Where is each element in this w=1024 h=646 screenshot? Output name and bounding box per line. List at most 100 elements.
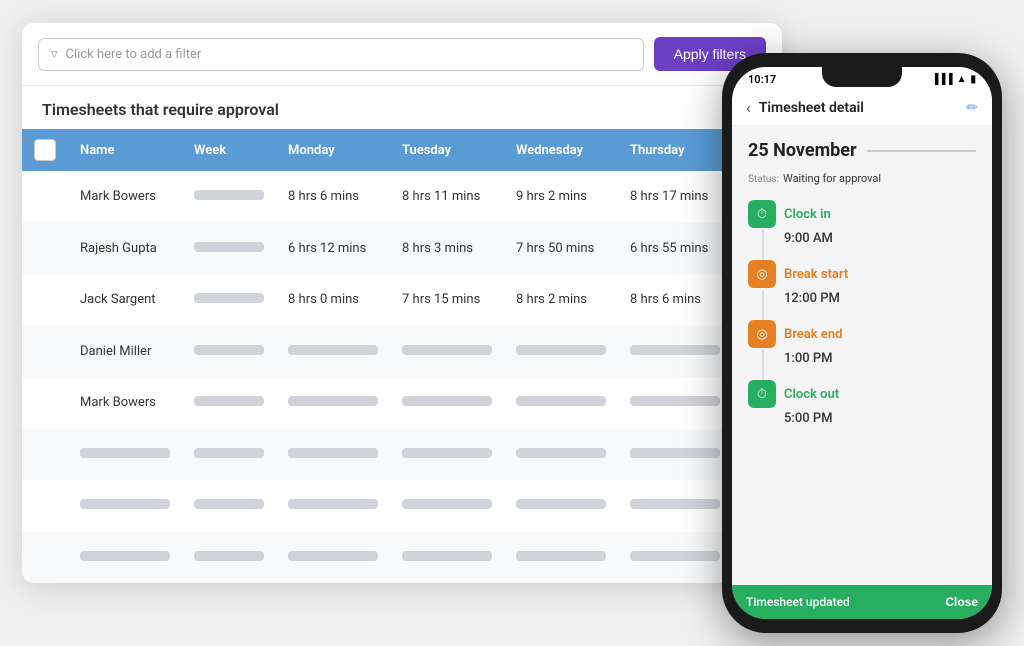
cell-monday [276, 326, 390, 378]
table-row [22, 429, 782, 481]
cell-wednesday [504, 480, 618, 532]
col-edit: ✏ [22, 129, 68, 171]
nav-title: Timesheet detail [759, 100, 958, 116]
cell-thursday [618, 480, 732, 532]
clock-out-icon: ⏱ [748, 380, 776, 408]
cell-monday [276, 429, 390, 481]
timeline-header: ⏱ Clock in [748, 200, 976, 228]
cell-thursday: 8 hrs 6 mins [618, 274, 732, 326]
filter-placeholder: Click here to add a filter [66, 47, 202, 62]
timeline-label: Clock in [784, 207, 831, 222]
phone: 10:17 ▐▐▐ ▲ ▮ ‹ Timesheet detail ✏ [722, 53, 1002, 633]
cell-week [182, 480, 276, 532]
cell-thursday: 6 hrs 55 mins [618, 223, 732, 275]
row-edit-cell [22, 326, 68, 378]
phone-content: 25 November Status: Waiting for approval… [732, 126, 992, 585]
break-end-icon: ◎ [748, 320, 776, 348]
col-wednesday: Wednesday [504, 129, 618, 171]
row-edit-cell [22, 223, 68, 275]
cell-name: Jack Sargent [68, 274, 182, 326]
wifi-icon: ▲ [957, 74, 967, 85]
status-label: Status: [748, 174, 779, 185]
col-monday: Monday [276, 129, 390, 171]
timeline-label: Break end [784, 327, 842, 342]
cell-monday [276, 377, 390, 429]
cell-wednesday [504, 326, 618, 378]
timeline-header: ◎Break start [748, 260, 976, 288]
status-icons: ▐▐▐ ▲ ▮ [931, 74, 976, 85]
date-row: 25 November [748, 140, 976, 161]
cell-week [182, 377, 276, 429]
cell-thursday: 8 hrs 17 mins [618, 171, 732, 223]
cell-wednesday [504, 429, 618, 481]
clock-in-icon: ⏱ [748, 200, 776, 228]
timeline-time: 1:00 PM [748, 351, 976, 366]
edit-pencil-header[interactable]: ✏ [34, 139, 56, 161]
date-line [867, 150, 976, 152]
break-start-icon: ◎ [748, 260, 776, 288]
close-button[interactable]: Close [945, 595, 978, 609]
cell-name [68, 480, 182, 532]
cell-name: Mark Bowers [68, 377, 182, 429]
cell-wednesday: 8 hrs 2 mins [504, 274, 618, 326]
cell-monday: 8 hrs 0 mins [276, 274, 390, 326]
cell-tuesday: 8 hrs 3 mins [390, 223, 504, 275]
col-thursday: Thursday [618, 129, 732, 171]
cell-name: Daniel Miller [68, 326, 182, 378]
filter-input-wrap[interactable]: ▿ Click here to add a filter [38, 38, 644, 71]
cell-monday [276, 480, 390, 532]
filter-bar: ▿ Click here to add a filter Apply filte… [22, 23, 782, 86]
battery-icon: ▮ [970, 74, 976, 85]
status-value: Waiting for approval [783, 172, 881, 185]
status-row: Status: Waiting for approval [748, 167, 976, 186]
cell-tuesday: 7 hrs 15 mins [390, 274, 504, 326]
cell-week [182, 532, 276, 584]
row-edit-cell [22, 377, 68, 429]
signal-icon: ▐▐▐ [931, 74, 952, 85]
phone-nav: ‹ Timesheet detail ✏ [732, 90, 992, 126]
cell-tuesday [390, 326, 504, 378]
timeline-label: Clock out [784, 387, 839, 402]
cell-name: Mark Bowers [68, 171, 182, 223]
cell-tuesday [390, 532, 504, 584]
cell-week [182, 274, 276, 326]
timeline-header: ⏱ Clock out [748, 380, 976, 408]
col-tuesday: Tuesday [390, 129, 504, 171]
cell-monday: 6 hrs 12 mins [276, 223, 390, 275]
filter-icon: ▿ [51, 47, 58, 62]
row-edit-cell [22, 274, 68, 326]
row-edit-cell [22, 480, 68, 532]
cell-thursday [618, 429, 732, 481]
cell-thursday [618, 326, 732, 378]
row-edit-cell [22, 429, 68, 481]
cell-monday: 8 hrs 6 mins [276, 171, 390, 223]
cell-week [182, 223, 276, 275]
edit-icon-phone[interactable]: ✏ [966, 100, 978, 116]
cell-name [68, 429, 182, 481]
footer-message: Timesheet updated [746, 595, 850, 609]
status-time: 10:17 [748, 73, 776, 86]
cell-wednesday: 9 hrs 2 mins [504, 171, 618, 223]
cell-tuesday [390, 480, 504, 532]
table-row: Jack Sargent8 hrs 0 mins7 hrs 15 mins8 h… [22, 274, 782, 326]
col-name: Name [68, 129, 182, 171]
cell-tuesday [390, 377, 504, 429]
col-week: Week [182, 129, 276, 171]
cell-monday [276, 532, 390, 584]
timeline-item: ⏱ Clock in 9:00 AM [748, 200, 976, 250]
back-button[interactable]: ‹ [746, 98, 751, 117]
table-row: Daniel Miller [22, 326, 782, 378]
timesheet-table: ✏ Name Week Monday Tuesday Wednesday Thu… [22, 129, 782, 583]
date-text: 25 November [748, 140, 857, 161]
cell-week [182, 326, 276, 378]
cell-wednesday [504, 377, 618, 429]
desktop-card: ▿ Click here to add a filter Apply filte… [22, 23, 782, 583]
table-row: Rajesh Gupta6 hrs 12 mins8 hrs 3 mins7 h… [22, 223, 782, 275]
cell-tuesday: 8 hrs 11 mins [390, 171, 504, 223]
notch [822, 67, 902, 87]
timeline-time: 9:00 AM [748, 231, 976, 246]
cell-name [68, 532, 182, 584]
cell-thursday [618, 532, 732, 584]
card-body: Timesheets that require approval ✏ Name … [22, 86, 782, 583]
table-row [22, 532, 782, 584]
